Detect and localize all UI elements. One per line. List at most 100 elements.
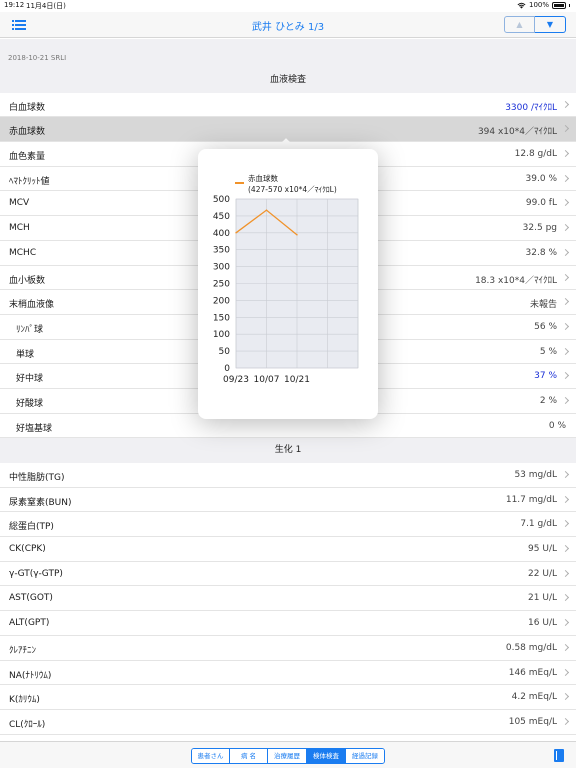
battery-icon	[552, 1, 566, 9]
chevron-right-icon	[561, 594, 570, 602]
chevron-right-icon	[561, 150, 570, 158]
chevron-right-icon	[561, 224, 570, 232]
result-value: 0 %	[548, 420, 566, 431]
result-row-tg[interactable]: 中性脂肪(TG) 53 mg/dL	[0, 463, 576, 488]
result-value: 0.58 mg/dL	[505, 642, 557, 653]
chevron-right-icon	[561, 545, 570, 553]
data-point	[296, 234, 298, 236]
result-name: 末梢血液像	[9, 300, 55, 311]
result-value: 3300 /ﾏｲｸﾛL	[505, 102, 557, 113]
battery-tip	[569, 3, 570, 7]
status-date: 11月4日(日)	[26, 2, 66, 10]
result-name: K(ｶﾘｳﾑ)	[9, 695, 40, 706]
result-name: 好酸球	[16, 398, 44, 409]
y-tick-label: 100	[213, 330, 230, 340]
result-value: 32.8 %	[525, 247, 557, 258]
result-row-bun[interactable]: 尿素窒素(BUN) 11.7 mg/dL	[0, 487, 576, 513]
tab-diagnosis[interactable]: 病 名	[230, 749, 268, 763]
y-tick-label: 0	[224, 364, 230, 374]
chevron-right-icon	[561, 322, 570, 330]
result-value: 53 mg/dL	[514, 470, 557, 480]
result-value: 11.7 mg/dL	[505, 494, 557, 505]
result-name: ｸﾚｱﾁﾆﾝ	[9, 645, 37, 656]
chevron-right-icon	[561, 470, 570, 479]
tab-treatment-history[interactable]: 治療履歴	[268, 749, 307, 763]
chevron-right-icon	[561, 174, 570, 182]
nav-bar: 武井 ひとみ 1/3 ▲ ▼	[0, 12, 576, 38]
result-value: 39.0 %	[525, 173, 557, 184]
patient-nav-buttons: ▲ ▼	[504, 16, 566, 33]
tab-lab-tests[interactable]: 検体検査	[307, 749, 346, 763]
chevron-right-icon	[561, 693, 570, 701]
chevron-right-icon	[561, 717, 570, 725]
result-value: 32.5 pg	[522, 223, 557, 234]
result-value: 22 U/L	[528, 568, 557, 579]
y-tick-label: 250	[213, 280, 230, 290]
result-row-cre[interactable]: ｸﾚｱﾁﾆﾝ 0.58 mg/dL	[0, 635, 576, 661]
trend-chart: 0 50 100 150 200 250 300 350 400 450 500 09/23 10/07…	[213, 195, 359, 385]
result-row-k[interactable]: K(ｶﾘｳﾑ) 4.2 mEq/L	[0, 685, 576, 710]
result-row-tp[interactable]: 総蛋白(TP) 7.1 g/dL	[0, 512, 576, 538]
result-value: 56 %	[534, 321, 557, 332]
chevron-right-icon	[561, 643, 570, 651]
tab-progress-notes[interactable]: 経過記録	[346, 749, 384, 763]
result-name: 赤血球数	[9, 127, 46, 138]
status-right: 100%	[517, 1, 570, 9]
chevron-right-icon	[561, 125, 570, 133]
patient-title: 武井 ひとみ 1/3	[251, 22, 325, 33]
result-row-ast[interactable]: AST(GOT) 21 U/L	[0, 586, 576, 612]
result-row-ck[interactable]: CK(CPK) 95 U/L	[0, 537, 576, 562]
result-row-alt[interactable]: ALT(GPT) 16 U/L	[0, 611, 576, 636]
result-value: 146 mEq/L	[508, 667, 557, 678]
chevron-right-icon	[561, 569, 570, 577]
result-name: 単球	[16, 349, 35, 360]
chevron-right-icon	[561, 248, 570, 256]
result-name: 好中球	[16, 374, 44, 385]
result-row-wbc[interactable]: 白血球数 3300 /ﾏｲｸﾛL	[0, 92, 576, 118]
result-name: 中性脂肪(TG)	[9, 473, 65, 483]
result-value: 95 U/L	[528, 544, 557, 555]
result-row-cl[interactable]: CL(ｸﾛｰﾙ) 105 mEq/L	[0, 709, 576, 735]
previous-patient-button[interactable]: ▲	[504, 16, 535, 33]
chevron-right-icon	[561, 347, 570, 355]
result-row-rbc[interactable]: 赤血球数 394 x10*4／ﾏｲｸﾛL	[0, 117, 576, 143]
y-tick-label: 400	[213, 229, 230, 239]
result-name: CL(ｸﾛｰﾙ)	[9, 719, 46, 730]
y-tick-label: 300	[213, 263, 230, 273]
result-value: 394 x10*4／ﾏｲｸﾛL	[477, 127, 557, 138]
result-value: 18.3 x10*4／ﾏｲｸﾛL	[475, 275, 557, 286]
x-tick-label: 09/23	[223, 375, 249, 385]
tab-patient[interactable]: 患者さん	[192, 749, 230, 763]
chevron-right-icon	[561, 372, 570, 380]
result-row-ggt[interactable]: γ-GT(γ-GTP) 22 U/L	[0, 561, 576, 587]
book-icon[interactable]	[554, 749, 564, 762]
result-name: 総蛋白(TP)	[9, 522, 54, 533]
y-tick-label: 500	[213, 195, 230, 205]
wifi-icon	[517, 2, 526, 8]
y-tick-label: 50	[219, 347, 231, 357]
result-value: 37 %	[534, 371, 557, 382]
section-header-chem: 生化 1	[0, 438, 576, 463]
result-name: γ-GT(γ-GTP)	[9, 568, 63, 579]
chevron-right-icon	[561, 273, 570, 281]
result-name: 尿素窒素(BUN)	[9, 497, 72, 508]
result-row-na[interactable]: NA(ﾅﾄﾘｳﾑ) 146 mEq/L	[0, 660, 576, 686]
next-patient-button[interactable]: ▼	[535, 16, 566, 33]
result-value: 5 %	[539, 346, 557, 357]
chevron-right-icon	[561, 520, 570, 528]
result-name: ﾍﾏﾄｸﾘｯﾄ値	[9, 176, 50, 187]
battery-percent: 100%	[528, 1, 549, 9]
section-header-blood: 血液検査	[0, 68, 576, 93]
result-value: 未報告	[529, 300, 557, 311]
result-name: CK(CPK)	[9, 544, 46, 555]
y-tick-label: 350	[213, 246, 230, 256]
chevron-right-icon	[561, 619, 570, 627]
status-bar: 19:12 11月4日(日) 100%	[0, 0, 576, 12]
result-value: 4.2 mEq/L	[511, 692, 557, 703]
chevron-right-icon	[561, 199, 570, 207]
chevron-right-icon	[561, 100, 570, 108]
result-value: 12.8 g/dL	[514, 149, 557, 160]
x-tick-label: 10/07	[254, 375, 280, 385]
result-name: ﾘﾝﾊﾟ球	[16, 324, 44, 335]
report-header: 2018-10-21 SRLI	[0, 39, 576, 68]
